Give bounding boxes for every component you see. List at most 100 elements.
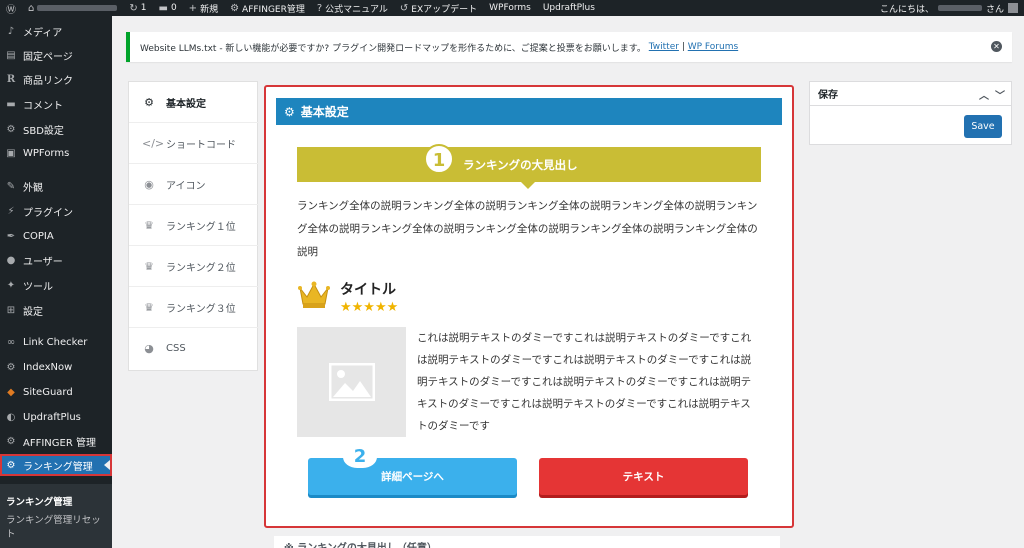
twitter-link[interactable]: Twitter <box>649 42 679 52</box>
step-number-2: 2 <box>343 446 377 468</box>
sidebar-item-tools[interactable]: ✦ ツール <box>0 274 112 296</box>
wp-forums-link[interactable]: WP Forums <box>688 42 738 52</box>
admin-bar: Ⓦ ⌂ ↻ 1 ▬ 0 + 新規 ⚙ AFFINGER管理 ? 公式マニュアル ↺ EXアッ… <box>0 0 1024 16</box>
form-icon: ▣ <box>6 147 16 159</box>
notice-text: Website LLMs.txt - 新しい機能が必要ですか? プラグイン開発ロ… <box>140 43 646 54</box>
account-menu[interactable]: こんにちは、 さん <box>880 2 1024 15</box>
ranking-preview-panel: ⚙ 基本設定 ランキングの大見出し 1 ランキング全体の説明ランキング全体の説明… <box>264 85 794 528</box>
tab-shortcode[interactable]: </> ショートコード <box>129 123 259 164</box>
image-icon <box>328 363 375 401</box>
next-section-box: ※ ランキングの大見出し（任意） <box>274 536 780 548</box>
plus-icon: + <box>188 2 198 14</box>
trophy-icon: ♛ <box>144 259 154 273</box>
chevron-up-icon[interactable]: ︿ <box>979 87 989 102</box>
step-number-1: 1 <box>424 144 454 174</box>
link-icon: ∞ <box>6 336 16 348</box>
sidebar-item-product-links[interactable]: R 商品リンク <box>0 68 112 90</box>
sidebar-item-appearance[interactable]: ✎ 外観 <box>0 175 112 197</box>
sidebar-item-updraftplus[interactable]: ◐ UpdraftPlus <box>0 406 112 428</box>
new-content-link[interactable]: + 新規 <box>183 0 224 16</box>
trophy-icon: ♛ <box>144 300 154 314</box>
comment-icon: ▬ <box>6 98 16 110</box>
tab-ranking-2[interactable]: ♛ ランキング２位 <box>129 246 259 287</box>
plugin-notice: Website LLMs.txt - 新しい機能が必要ですか? プラグイン開発ロ… <box>126 32 1012 62</box>
active-arrow-icon <box>104 460 110 470</box>
ranking-heading: ランキングの大見出し <box>297 147 761 182</box>
next-section-heading: ※ ランキングの大見出し（任意） <box>284 539 437 548</box>
sidebar-item-media[interactable]: ♪ メディア <box>0 20 112 42</box>
admin-sidebar: ♪ メディア ▤ 固定ページ R 商品リンク ▬ コメント ⚙ SBD設定 ▣ WPForm… <box>0 16 112 548</box>
brush-icon: ✎ <box>6 180 16 192</box>
sidebar-item-wpforms[interactable]: ▣ WPForms <box>0 142 112 164</box>
save-metabox-header: 保存 ︿ ﹀ <box>810 82 1011 106</box>
sidebar-item-pages[interactable]: ▤ 固定ページ <box>0 44 112 66</box>
user-icon: ● <box>6 254 16 266</box>
undo-icon: ↺ <box>399 2 409 14</box>
heading-notch <box>521 182 535 189</box>
settings-icon: ⊞ <box>6 304 16 316</box>
sidebar-item-comments[interactable]: ▬ コメント <box>0 93 112 115</box>
shield-icon: ◆ <box>7 386 15 398</box>
dismiss-icon[interactable]: ✕ <box>991 41 1002 52</box>
image-placeholder-icon <box>297 327 406 437</box>
username-blurred <box>937 5 982 11</box>
detail-page-button[interactable]: 詳細ページへ <box>308 458 517 495</box>
site-name-link[interactable]: ⌂ <box>22 0 123 16</box>
affinger-link[interactable]: ⚙ AFFINGER管理 <box>224 0 311 16</box>
wpforms-link[interactable]: WPForms <box>483 0 537 16</box>
comment-icon: ▬ <box>158 2 168 14</box>
sidebar-item-ranking[interactable]: ⚙ ランキング管理 <box>0 454 112 476</box>
manual-link[interactable]: ? 公式マニュアル <box>311 0 394 16</box>
notice-separator: | <box>681 42 685 52</box>
avatar <box>1008 3 1018 13</box>
gear-icon: ⚙ <box>6 459 16 471</box>
item-description: これは説明テキストのダミーですこれは説明テキストのダミーですこれは説明テキストの… <box>417 332 752 432</box>
tab-ranking-3[interactable]: ♛ ランキング３位 <box>129 287 259 328</box>
trophy-icon: ♛ <box>144 218 154 232</box>
preview-header: ⚙ 基本設定 <box>276 98 782 125</box>
sidebar-item-sbd[interactable]: ⚙ SBD設定 <box>0 118 112 140</box>
item-title: タイトル <box>340 282 396 298</box>
chevron-down-icon[interactable]: ﹀ <box>995 87 1005 102</box>
star-rating: ★★★★★ <box>340 300 399 315</box>
crown-icon <box>298 281 330 308</box>
home-icon: ⌂ <box>28 2 35 14</box>
settings-tabs: ⚙ 基本設定 </> ショートコード ◉ アイコン ♛ ランキング１位 ♛ ランキング２位… <box>128 81 259 371</box>
updraft-link[interactable]: UpdraftPlus <box>537 0 601 16</box>
pen-icon: ✒ <box>6 230 16 242</box>
updates-link[interactable]: ↻ 1 <box>123 0 152 16</box>
question-icon: ? <box>316 2 323 14</box>
wordpress-logo-icon[interactable]: Ⓦ <box>0 0 22 16</box>
gear-icon: ⚙ <box>6 361 16 373</box>
palette-icon: ◕ <box>144 342 154 355</box>
sidebar-item-link-checker[interactable]: ∞ Link Checker <box>0 331 112 353</box>
media-icon: ♪ <box>7 25 15 37</box>
tab-css[interactable]: ◕ CSS <box>129 328 259 369</box>
sidebar-item-copia[interactable]: ✒ COPIA <box>0 225 112 247</box>
page-icon: ▤ <box>6 49 16 61</box>
updraft-icon: ◐ <box>6 411 16 423</box>
gear-icon: ⚙ <box>6 123 16 135</box>
sidebar-item-plugins[interactable]: ⚡ プラグイン <box>0 200 112 222</box>
tab-ranking-1[interactable]: ♛ ランキング１位 <box>129 205 259 246</box>
sidebar-item-siteguard[interactable]: ◆ SiteGuard <box>0 381 112 403</box>
gear-icon: ⚙ <box>6 435 16 447</box>
r-icon: R <box>6 73 16 85</box>
plugin-icon: ⚡ <box>7 205 15 217</box>
site-name-blurred <box>37 5 118 11</box>
gear-icon: ⚙ <box>284 104 295 119</box>
submenu-item-ranking-reset[interactable]: ランキング管理リセット <box>6 514 106 542</box>
sidebar-item-settings[interactable]: ⊞ 設定 <box>0 299 112 321</box>
sidebar-item-users[interactable]: ● ユーザー <box>0 249 112 271</box>
tab-icon[interactable]: ◉ アイコン <box>129 164 259 205</box>
ex-update-link[interactable]: ↺ EXアップデート <box>394 0 483 16</box>
text-button[interactable]: テキスト <box>539 458 748 495</box>
gear-icon: ⚙ <box>144 95 154 109</box>
sidebar-item-indexnow[interactable]: ⚙ IndexNow <box>0 356 112 378</box>
code-icon: </> <box>142 136 165 150</box>
save-button[interactable]: Save <box>964 115 1002 138</box>
sidebar-item-affinger[interactable]: ⚙ AFFINGER 管理 <box>0 430 112 452</box>
comments-link[interactable]: ▬ 0 <box>152 0 182 16</box>
submenu-item-ranking[interactable]: ランキング管理 <box>6 494 72 508</box>
tab-basic-settings[interactable]: ⚙ 基本設定 <box>129 82 259 123</box>
